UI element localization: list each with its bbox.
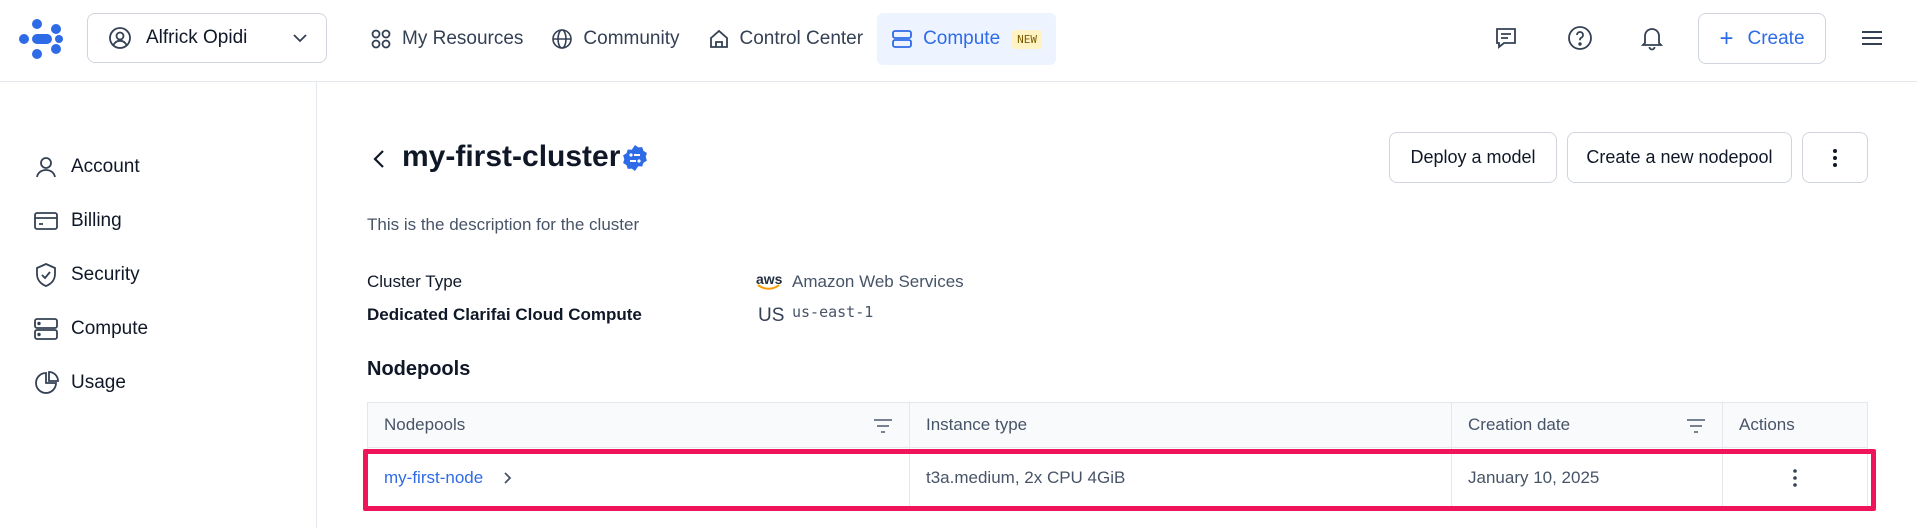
bell-icon: [1640, 28, 1664, 51]
sidebar-item-account[interactable]: Account: [33, 152, 140, 182]
pie-chart-icon: [35, 371, 59, 394]
home-icon: [709, 29, 728, 48]
column-header-nodepools: Nodepools: [368, 403, 910, 447]
sidebar-item-label: Billing: [71, 210, 122, 231]
column-header-actions: Actions: [1723, 403, 1867, 447]
nodepools-table: Nodepools Instance type Creation date Ac…: [367, 402, 1868, 509]
nav-community[interactable]: Community: [537, 13, 693, 65]
region-code: us-east-1: [792, 303, 874, 321]
user-selector[interactable]: Alfrick Opidi: [87, 13, 327, 63]
menu-button[interactable]: [1856, 22, 1888, 54]
user-icon: [36, 157, 56, 178]
nav-label: My Resources: [402, 28, 524, 49]
nodepools-section-title: Nodepools: [367, 358, 471, 380]
sidebar-item-label: Compute: [71, 318, 149, 339]
filter-icon[interactable]: [873, 417, 893, 435]
cluster-description: This is the description for the cluster: [367, 215, 640, 234]
server-icon: [34, 318, 58, 340]
message-icon: [1496, 28, 1516, 49]
nav-control-center[interactable]: Control Center: [694, 13, 878, 65]
help-circle-icon: [1568, 26, 1592, 50]
plus-icon: +: [1719, 24, 1734, 52]
deploy-model-button[interactable]: Deploy a model: [1389, 132, 1557, 183]
nodepool-name-cell: my-first-node: [368, 448, 910, 508]
sidebar-item-billing[interactable]: Billing: [33, 206, 122, 236]
more-vertical-icon[interactable]: [1783, 466, 1807, 490]
clarifai-logo-icon[interactable]: [18, 18, 64, 60]
cluster-type-value: Amazon Web Services: [792, 272, 964, 291]
credit-card-icon: [34, 212, 58, 230]
table-header: Nodepools Instance type Creation date Ac…: [367, 402, 1868, 447]
column-label: Nodepools: [384, 415, 466, 434]
region-flag: US: [758, 305, 785, 326]
top-bar: Alfrick Opidi My Resources Community Con…: [0, 0, 1917, 82]
actions-cell: [1723, 448, 1867, 508]
create-nodepool-button[interactable]: Create a new nodepool: [1567, 132, 1792, 183]
nav-compute[interactable]: Compute NEW: [877, 13, 1057, 65]
nav-label: Compute: [923, 28, 1001, 49]
nav-label: Community: [583, 28, 680, 49]
new-badge: NEW: [1012, 29, 1043, 49]
feedback-button[interactable]: [1490, 22, 1522, 54]
page-title: my-first-cluster: [402, 140, 621, 173]
nav-label: Control Center: [739, 28, 864, 49]
grid-icon: [371, 29, 391, 49]
column-label: Instance type: [926, 415, 1028, 434]
notifications-button[interactable]: [1636, 22, 1668, 54]
compute-type-label: Dedicated Clarifai Cloud Compute: [367, 305, 642, 324]
table-row[interactable]: my-first-node t3a.medium, 2x CPU 4GiB Ja…: [367, 447, 1868, 509]
create-label: Create: [1747, 27, 1805, 49]
cluster-type-label: Cluster Type: [367, 272, 463, 291]
nodepool-link[interactable]: my-first-node: [384, 468, 483, 488]
create-button[interactable]: + Create: [1698, 13, 1826, 64]
server-icon: [892, 30, 912, 48]
sidebar-item-label: Security: [71, 264, 140, 285]
column-header-creation-date: Creation date: [1452, 403, 1723, 447]
back-arrow-icon[interactable]: [368, 145, 392, 173]
more-vertical-icon: [1833, 148, 1837, 167]
chevron-right-icon[interactable]: [499, 470, 515, 486]
main-nav: My Resources Community Control Center Co…: [356, 13, 1057, 65]
user-name: Alfrick Opidi: [146, 27, 248, 48]
sidebar-item-security[interactable]: Security: [33, 260, 140, 290]
creation-date-cell: January 10, 2025: [1452, 448, 1723, 508]
column-header-instance-type: Instance type: [910, 403, 1452, 447]
settings-sidebar: Account Billing Security Compute Usage: [0, 82, 317, 528]
column-label: Creation date: [1468, 415, 1571, 434]
sidebar-item-compute[interactable]: Compute: [33, 314, 148, 344]
nav-my-resources[interactable]: My Resources: [356, 13, 537, 65]
verified-badge-icon: [623, 145, 647, 171]
filter-icon[interactable]: [1686, 417, 1706, 435]
column-label: Actions: [1739, 415, 1795, 434]
user-circle-icon: [109, 27, 131, 49]
sidebar-item-usage[interactable]: Usage: [33, 368, 126, 398]
shield-check-icon: [36, 263, 56, 287]
more-options-button[interactable]: [1802, 132, 1868, 183]
sidebar-item-label: Usage: [71, 372, 126, 393]
aws-smile-icon: [757, 284, 780, 290]
instance-type-cell: t3a.medium, 2x CPU 4GiB: [910, 448, 1452, 508]
globe-icon: [552, 29, 573, 49]
chevron-down-icon: [293, 34, 307, 43]
sidebar-item-label: Account: [71, 156, 140, 177]
hamburger-menu-icon: [1862, 31, 1882, 45]
help-button[interactable]: [1564, 22, 1596, 54]
